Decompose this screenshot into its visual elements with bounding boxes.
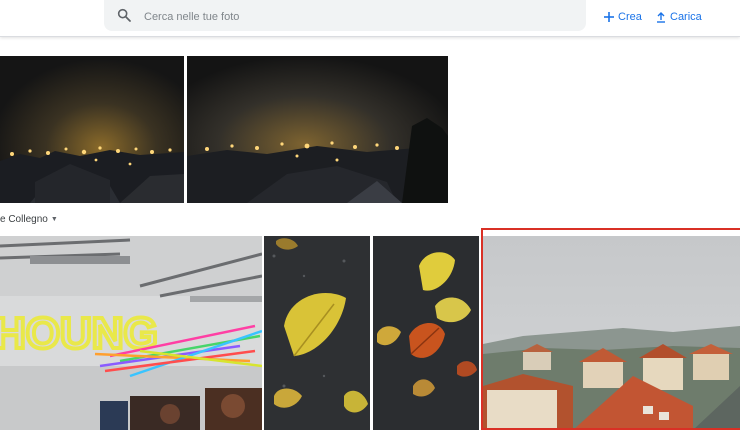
search-box[interactable]: [104, 0, 586, 31]
photo-night-fog-1[interactable]: [0, 56, 184, 203]
photo-leaves-1[interactable]: [264, 236, 370, 430]
upload-button[interactable]: Carica: [655, 8, 702, 26]
top-bar: Crea Carica: [0, 0, 740, 37]
photo-night-fog-2[interactable]: [187, 56, 448, 203]
plus-icon: [604, 12, 614, 22]
upload-icon: [657, 12, 665, 23]
section-title-text: e Collegno: [0, 213, 48, 225]
photo-neon-exhibit[interactable]: HOUNG: [0, 236, 262, 430]
section-location-title[interactable]: e Collegno ▼: [0, 212, 58, 226]
create-button[interactable]: Crea: [603, 8, 642, 26]
upload-label: Carica: [670, 11, 702, 23]
photo-leaves-2[interactable]: [373, 236, 479, 430]
search-icon[interactable]: [116, 7, 132, 23]
search-input[interactable]: [142, 6, 566, 28]
chevron-down-icon[interactable]: ▼: [51, 216, 58, 223]
create-label: Crea: [618, 11, 642, 23]
photo-foggy-town[interactable]: [483, 236, 740, 430]
